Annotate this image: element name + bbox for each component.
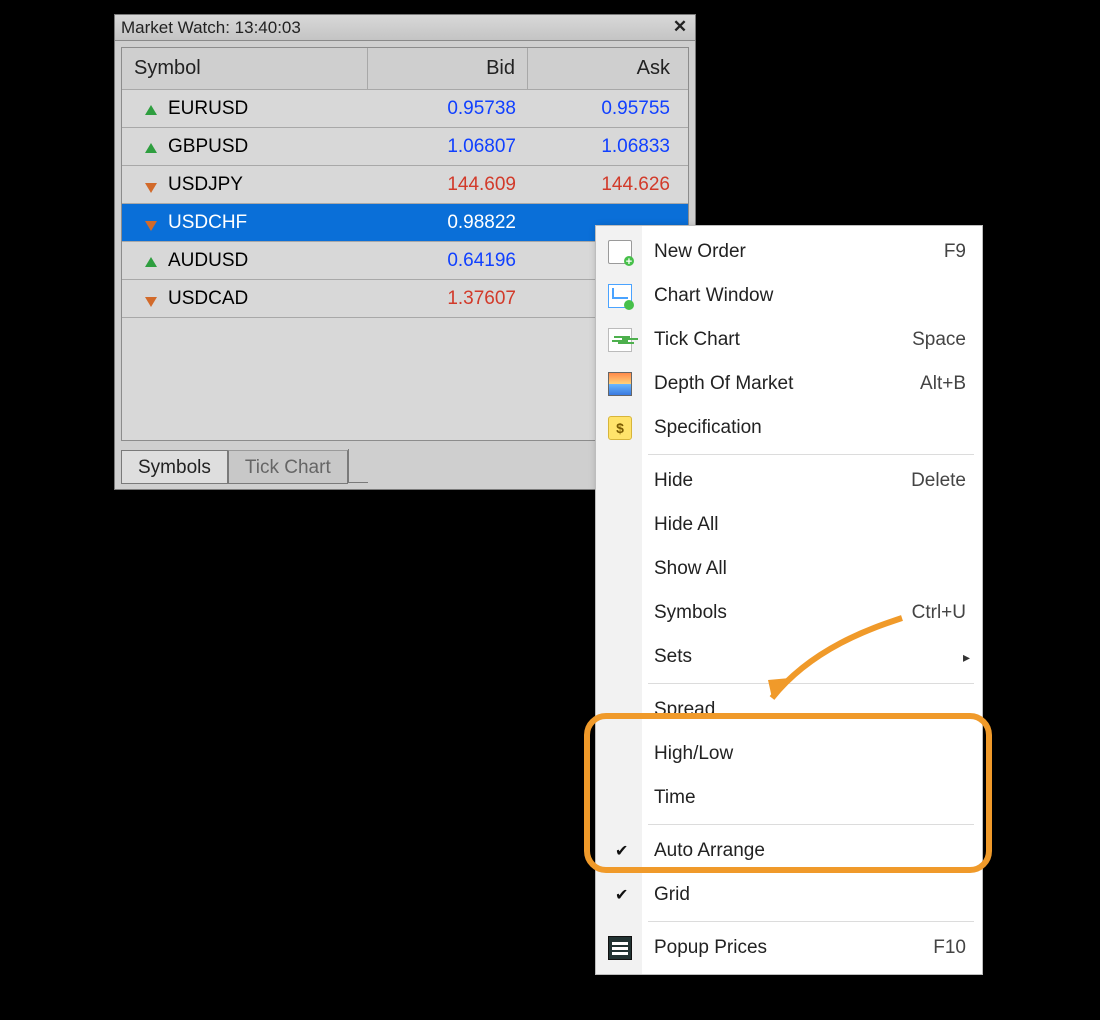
separator — [598, 820, 980, 829]
symbol-label: GBPUSD — [168, 136, 248, 158]
ask-value: 0.95755 — [601, 98, 670, 120]
separator — [598, 679, 980, 688]
window-title: Market Watch: 13:40:03 — [121, 18, 671, 38]
table-row[interactable]: EURUSD 0.95738 0.95755 — [122, 90, 688, 128]
arrow-up-icon — [144, 254, 158, 268]
bid-value: 1.06807 — [447, 136, 516, 158]
bid-value: 0.95738 — [447, 98, 516, 120]
menu-new-order[interactable]: New Order F9 — [598, 230, 980, 274]
arrow-up-icon — [144, 140, 158, 154]
symbol-label: USDCHF — [168, 212, 247, 234]
check-icon: ✔ — [615, 841, 628, 861]
grid-header: Symbol Bid Ask — [122, 48, 688, 90]
menu-hide-all[interactable]: Hide All — [598, 503, 980, 547]
ask-value: 144.626 — [601, 174, 670, 196]
menu-tick-chart[interactable]: Tick Chart Space — [598, 318, 980, 362]
ask-value: 1.06833 — [601, 136, 670, 158]
context-menu: New Order F9 Chart Window Tick Chart Spa… — [595, 225, 983, 975]
table-row[interactable]: GBPUSD 1.06807 1.06833 — [122, 128, 688, 166]
bid-value: 1.37607 — [447, 288, 516, 310]
tick-chart-icon — [608, 328, 632, 352]
menu-auto-arrange[interactable]: ✔ Auto Arrange — [598, 829, 980, 873]
bid-value: 0.98822 — [447, 212, 516, 234]
check-icon: ✔ — [615, 885, 628, 905]
table-row[interactable]: USDJPY 144.609 144.626 — [122, 166, 688, 204]
menu-symbols[interactable]: Symbols Ctrl+U — [598, 591, 980, 635]
menu-hide[interactable]: Hide Delete — [598, 459, 980, 503]
arrow-down-icon — [144, 216, 158, 230]
menu-popup-prices[interactable]: Popup Prices F10 — [598, 926, 980, 970]
separator — [598, 917, 980, 926]
menu-chart-window[interactable]: Chart Window — [598, 274, 980, 318]
popup-prices-icon — [608, 936, 632, 960]
new-order-icon — [608, 240, 632, 264]
arrow-up-icon — [144, 102, 158, 116]
symbol-label: AUDUSD — [168, 250, 248, 272]
arrow-down-icon — [144, 292, 158, 306]
tab-tick-chart[interactable]: Tick Chart — [228, 450, 348, 484]
separator — [598, 450, 980, 459]
specification-icon — [608, 416, 632, 440]
menu-specification[interactable]: Specification — [598, 406, 980, 450]
tab-symbols[interactable]: Symbols — [121, 450, 228, 484]
menu-show-all[interactable]: Show All — [598, 547, 980, 591]
titlebar[interactable]: Market Watch: 13:40:03 ✕ — [115, 15, 695, 41]
menu-spread[interactable]: Spread — [598, 688, 980, 732]
close-icon[interactable]: ✕ — [671, 19, 689, 37]
symbol-label: USDJPY — [168, 174, 243, 196]
col-symbol[interactable]: Symbol — [122, 48, 368, 89]
bottom-tabs: Symbols Tick Chart — [121, 445, 368, 483]
menu-time[interactable]: Time — [598, 776, 980, 820]
menu-depth-of-market[interactable]: Depth Of Market Alt+B — [598, 362, 980, 406]
bid-value: 144.609 — [447, 174, 516, 196]
symbol-label: USDCAD — [168, 288, 248, 310]
col-ask[interactable]: Ask — [528, 48, 688, 89]
arrow-down-icon — [144, 178, 158, 192]
col-bid[interactable]: Bid — [368, 48, 528, 89]
chart-window-icon — [608, 284, 632, 308]
depth-icon — [608, 372, 632, 396]
menu-sets[interactable]: Sets — [598, 635, 980, 679]
menu-high-low[interactable]: High/Low — [598, 732, 980, 776]
symbol-label: EURUSD — [168, 98, 248, 120]
menu-grid[interactable]: ✔ Grid — [598, 873, 980, 917]
bid-value: 0.64196 — [447, 250, 516, 272]
